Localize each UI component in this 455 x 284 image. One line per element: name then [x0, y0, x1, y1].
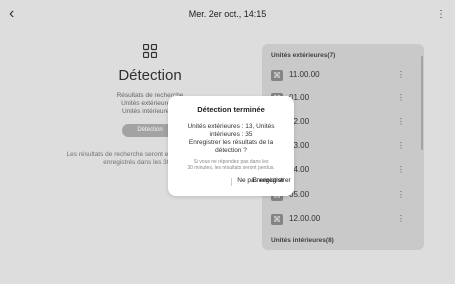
- dialog-body: Unités extérieures : 13, Unités intérieu…: [178, 123, 284, 155]
- dialog-title: Détection terminée: [197, 105, 265, 114]
- button-divider: [231, 178, 232, 186]
- screen: ‹ Mer. 2er oct., 14:15 ⋮ Détection Résul…: [0, 0, 455, 284]
- dialog-actions: Ne pas enregistrer Enregistrer: [168, 177, 294, 187]
- dialog-small-line: 30 minutes, les résultats seront perdus.: [187, 165, 275, 171]
- save-button[interactable]: Enregistrer: [252, 177, 284, 184]
- dialog-body-line: Unités extérieures : 13, Unités: [187, 123, 275, 130]
- dialog-body-line: Enregistrer les résultats de la: [188, 139, 274, 146]
- detection-complete-dialog: Détection terminée Unités extérieures : …: [168, 96, 294, 196]
- dialog-body-line: intérieures : 35: [209, 131, 253, 138]
- dialog-body-line: détection ?: [215, 147, 247, 154]
- dialog-timeout-note: Si vous ne répondez pas dans les 30 minu…: [176, 159, 286, 171]
